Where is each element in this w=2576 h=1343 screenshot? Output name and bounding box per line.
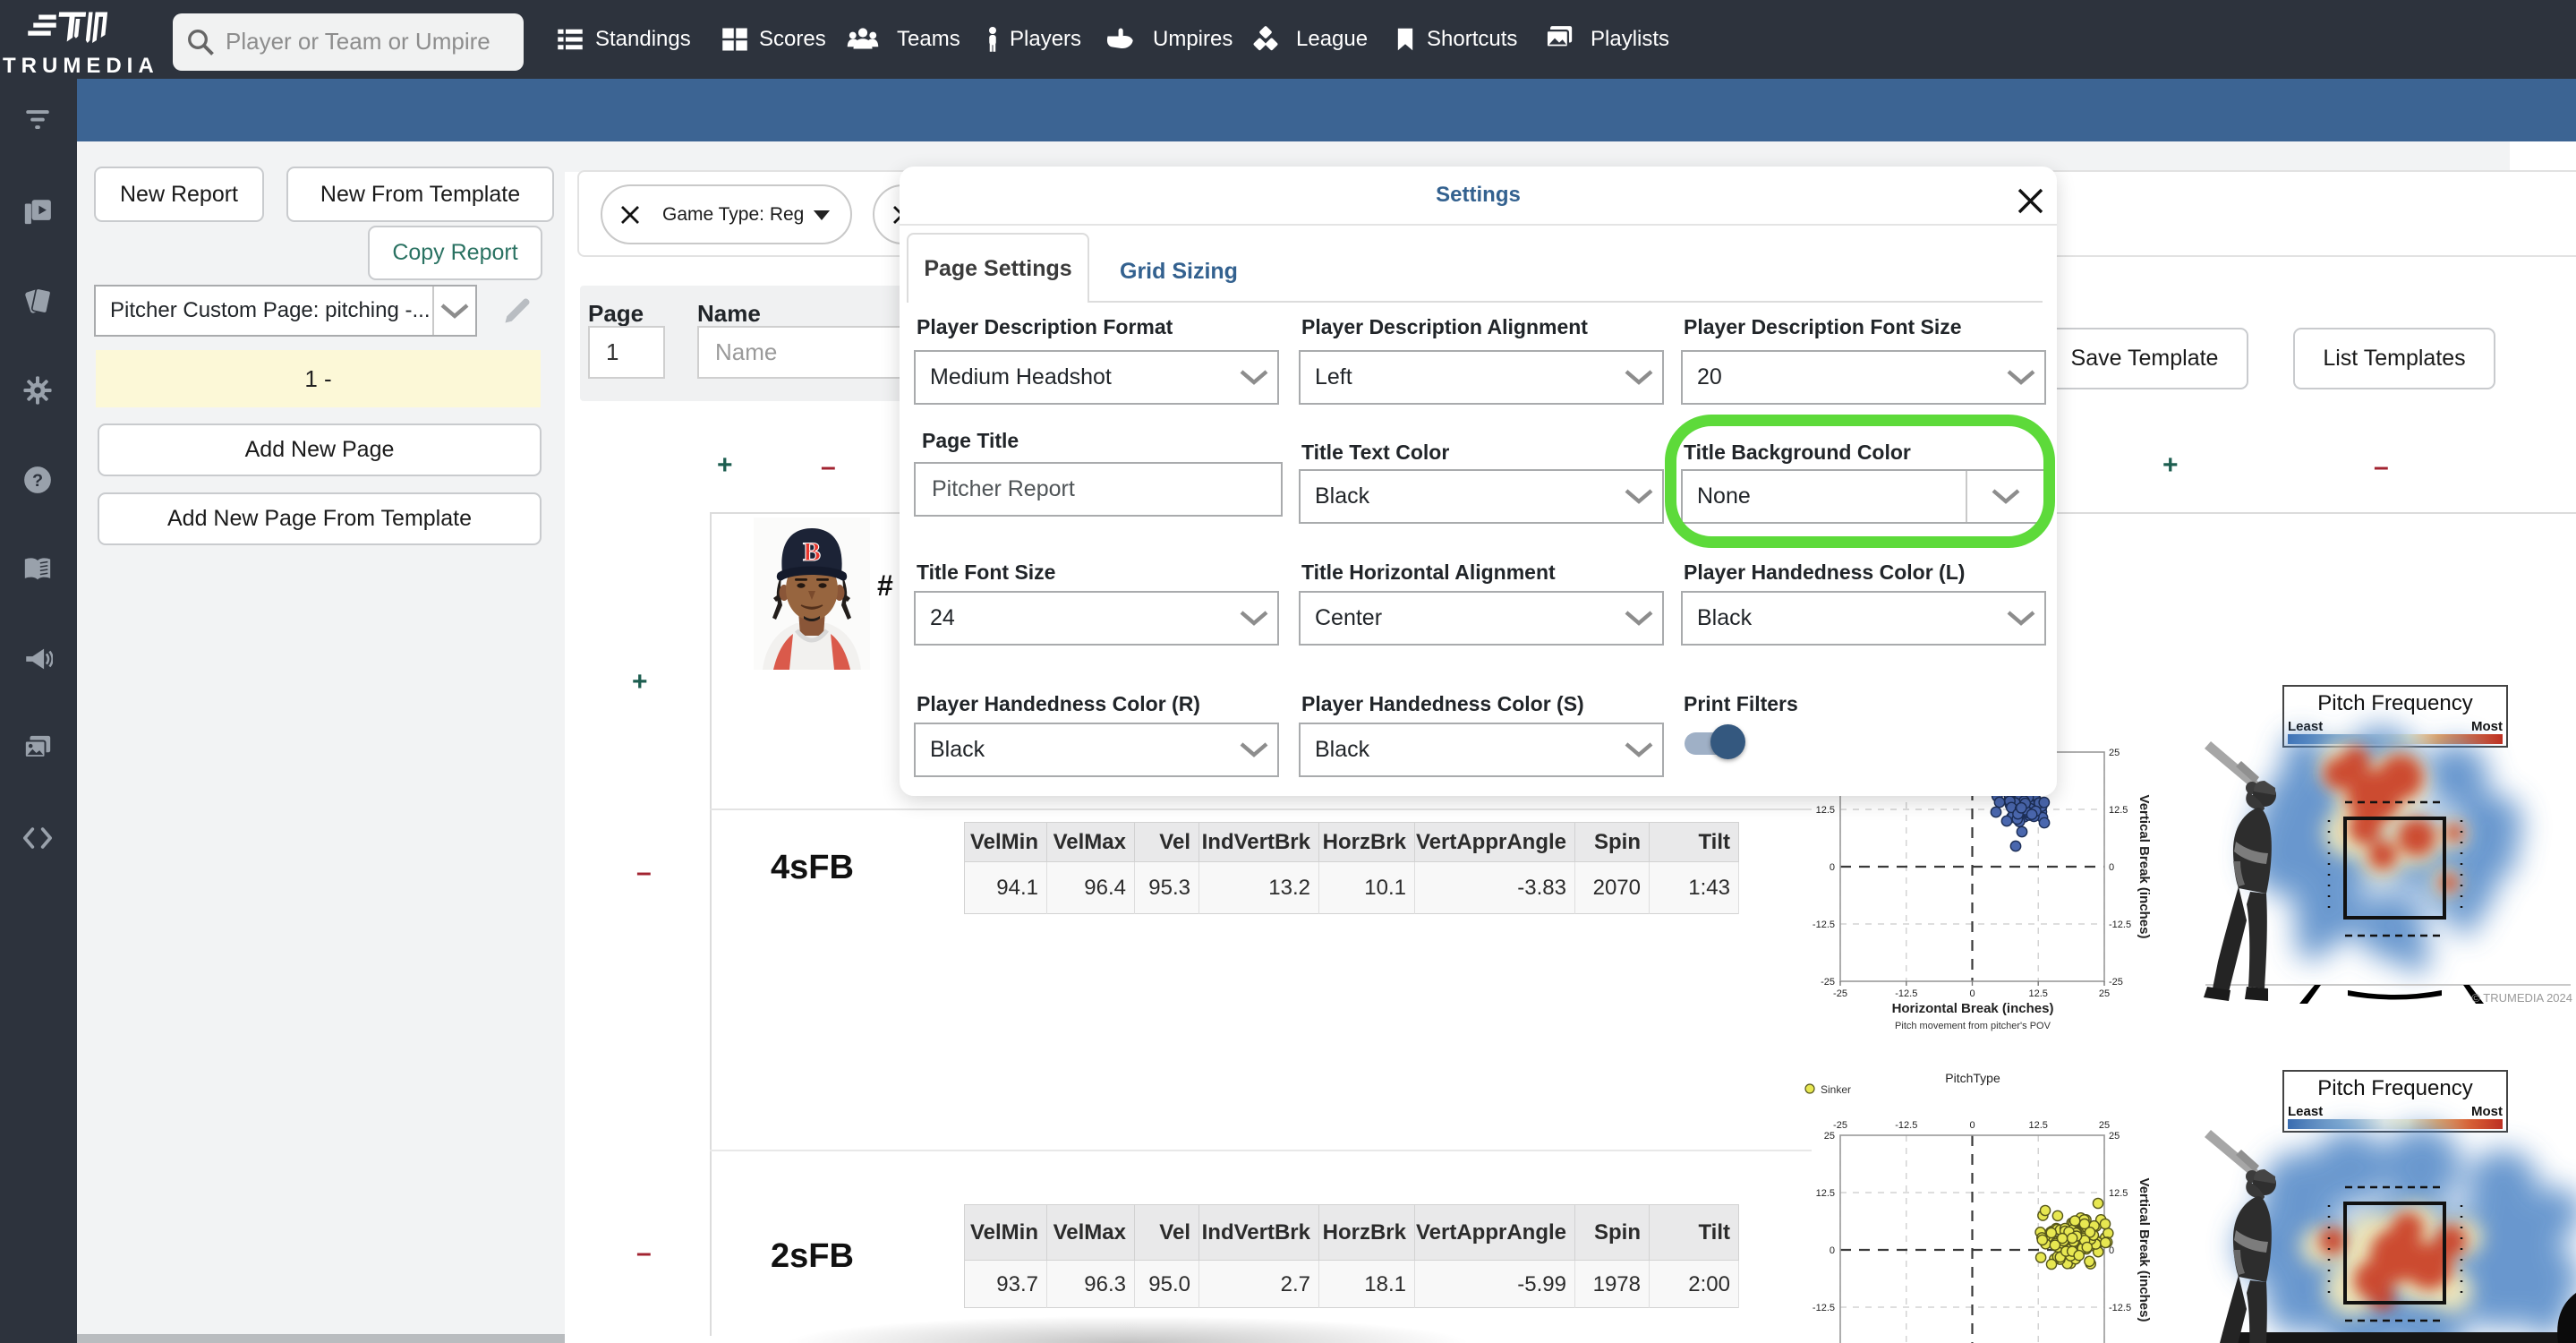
svg-text:-12.5: -12.5 bbox=[1895, 988, 1917, 999]
svg-text:25: 25 bbox=[2099, 988, 2110, 999]
svg-text:12.5: 12.5 bbox=[1816, 805, 1835, 816]
svg-text:25: 25 bbox=[1824, 1131, 1835, 1142]
svg-text:-25: -25 bbox=[1833, 988, 1847, 999]
svg-text:12.5: 12.5 bbox=[2109, 1188, 2128, 1199]
svg-text:-12.5: -12.5 bbox=[1813, 1303, 1835, 1313]
svg-text:0: 0 bbox=[2109, 1245, 2114, 1256]
svg-text:Pitch movement from pitcher's: Pitch movement from pitcher's POV bbox=[1895, 1021, 2051, 1031]
svg-text:Vertical Break (inches): Vertical Break (inches) bbox=[2137, 1178, 2152, 1322]
svg-text:Horizontal Break (inches): Horizontal Break (inches) bbox=[1892, 1001, 2054, 1016]
svg-text:Pitch Frequency: Pitch Frequency bbox=[2317, 691, 2472, 715]
svg-text:12.5: 12.5 bbox=[2028, 988, 2047, 999]
svg-text:Pitch Frequency: Pitch Frequency bbox=[2317, 1076, 2472, 1100]
svg-text:Least: Least bbox=[2288, 719, 2323, 734]
svg-text:-12.5: -12.5 bbox=[1813, 920, 1835, 930]
svg-text:25: 25 bbox=[2099, 1120, 2110, 1131]
svg-text:0: 0 bbox=[1830, 1245, 1835, 1256]
svg-text:12.5: 12.5 bbox=[2109, 805, 2128, 816]
svg-text:Most: Most bbox=[2471, 1104, 2503, 1119]
svg-text:12.5: 12.5 bbox=[1816, 1188, 1835, 1199]
svg-text:Sinker: Sinker bbox=[1821, 1083, 1851, 1096]
svg-text:12.5: 12.5 bbox=[2028, 1120, 2047, 1131]
svg-text:-12.5: -12.5 bbox=[1895, 1120, 1917, 1131]
svg-text:0: 0 bbox=[1830, 862, 1835, 873]
svg-text:25: 25 bbox=[2109, 1131, 2120, 1142]
svg-text:PitchType: PitchType bbox=[1945, 1071, 2000, 1085]
svg-text:Most: Most bbox=[2471, 719, 2503, 734]
svg-text:-12.5: -12.5 bbox=[2109, 1303, 2131, 1313]
svg-text:Least: Least bbox=[2288, 1104, 2323, 1119]
svg-text:25: 25 bbox=[2109, 748, 2120, 758]
svg-text:-12.5: -12.5 bbox=[2109, 920, 2131, 930]
svg-text:-25: -25 bbox=[2109, 977, 2123, 988]
svg-text:© TRUMEDIA 2024: © TRUMEDIA 2024 bbox=[2471, 991, 2572, 1005]
svg-text:0: 0 bbox=[1969, 988, 1975, 999]
svg-text:-25: -25 bbox=[1821, 977, 1835, 988]
svg-text:?: ? bbox=[32, 471, 43, 491]
svg-text:-25: -25 bbox=[1833, 1120, 1847, 1131]
svg-text:Vertical Break (inches): Vertical Break (inches) bbox=[2137, 795, 2152, 939]
svg-text:0: 0 bbox=[2109, 862, 2114, 873]
svg-text:0: 0 bbox=[1969, 1120, 1975, 1131]
